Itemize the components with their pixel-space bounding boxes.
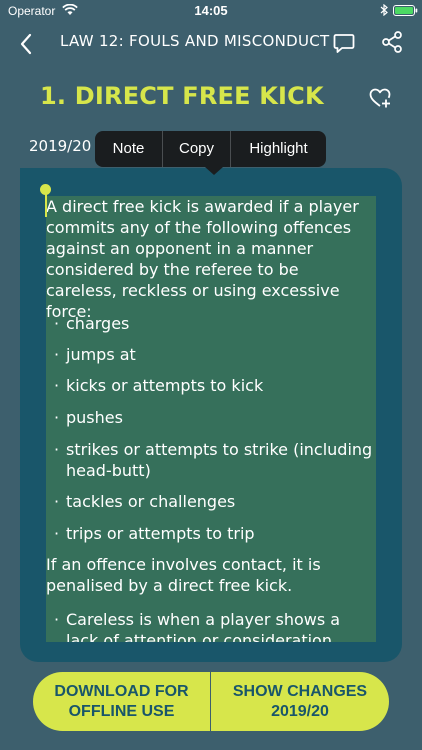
text-context-menu: Note Copy Highlight — [95, 131, 326, 167]
bullet-dot: · — [54, 314, 60, 333]
list-item: · trips or attempts to trip — [54, 523, 374, 544]
bullet-dot: · — [54, 524, 60, 543]
bluetooth-icon — [380, 4, 388, 16]
list-item-text: strikes or attempts to strike (including… — [66, 440, 373, 480]
list-item-text: jumps at — [66, 345, 136, 364]
list-item: · Careless is when a player shows a lack… — [54, 609, 374, 642]
share-icon[interactable] — [380, 30, 404, 54]
menu-item-copy[interactable]: Copy — [162, 131, 230, 167]
list-item-text: Careless is when a player shows a lack o… — [66, 610, 341, 642]
list-item: · tackles or challenges — [54, 491, 374, 512]
section-title: 1. DIRECT FREE KICK — [40, 82, 324, 110]
download-offline-button[interactable]: DOWNLOAD FOR OFFLINE USE — [33, 672, 210, 731]
battery-icon — [393, 5, 418, 16]
context-menu-pointer — [205, 167, 223, 175]
navigation-bar: LAW 12: FOULS AND MISCONDUCT — [0, 22, 422, 66]
list-item-text: pushes — [66, 408, 123, 427]
text-selection-area[interactable]: A direct free kick is awarded if a playe… — [46, 196, 376, 642]
list-item-text: charges — [66, 314, 130, 333]
list-item-text: trips or attempts to trip — [66, 524, 255, 543]
intro-paragraph: A direct free kick is awarded if a playe… — [46, 197, 359, 321]
show-changes-button[interactable]: SHOW CHANGES 2019/20 — [211, 672, 389, 731]
selection-handle-bar[interactable] — [45, 193, 47, 217]
bullet-dot: · — [54, 610, 60, 629]
list-item: · strikes or attempts to strike (includi… — [54, 439, 374, 481]
menu-item-highlight[interactable]: Highlight — [230, 131, 326, 167]
list-item: · charges — [54, 313, 374, 334]
status-time: 14:05 — [194, 3, 228, 18]
bullet-dot: · — [54, 440, 60, 459]
bullet-dot: · — [54, 492, 60, 511]
bullet-dot: · — [54, 345, 60, 364]
comment-icon[interactable] — [332, 31, 356, 55]
list-item: · jumps at — [54, 344, 374, 365]
list-item: · kicks or attempts to kick — [54, 375, 374, 396]
bullet-dot: · — [54, 408, 60, 427]
favorite-heart-add-icon[interactable] — [368, 86, 392, 110]
changes-button-label: SHOW CHANGES 2019/20 — [232, 682, 368, 720]
download-button-label: DOWNLOAD FOR OFFLINE USE — [54, 682, 189, 720]
list-item: · pushes — [54, 407, 374, 428]
menu-item-note[interactable]: Note — [95, 131, 162, 167]
list-item-text: tackles or challenges — [66, 492, 236, 511]
back-chevron-icon[interactable] — [14, 31, 40, 57]
bullet-dot: · — [54, 376, 60, 395]
nav-title: LAW 12: FOULS AND MISCONDUCT — [60, 32, 330, 50]
season-label: 2019/20 — [29, 137, 92, 155]
list-item-text: kicks or attempts to kick — [66, 376, 264, 395]
status-bar: Operator 14:05 — [0, 0, 422, 22]
contact-paragraph: If an offence involves contact, it is pe… — [46, 555, 321, 595]
